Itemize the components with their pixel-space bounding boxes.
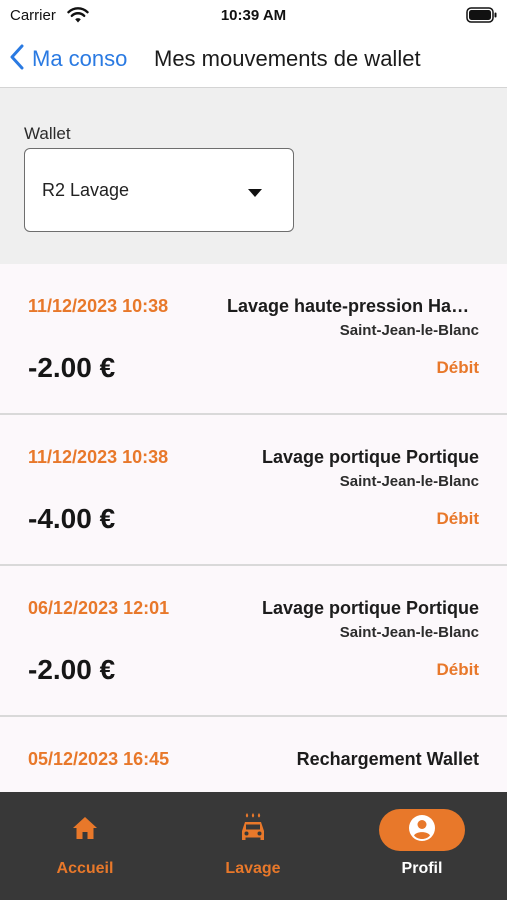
back-button-label: Ma conso [32, 46, 128, 71]
wallet-label: Wallet [24, 124, 71, 143]
transaction-row[interactable]: 11/12/2023 10:38 Lavage haute-pression H… [0, 264, 507, 415]
caret-down-icon [247, 185, 263, 203]
transaction-location: Saint-Jean-le-Blanc [339, 624, 479, 641]
page-title: Mes mouvements de wallet [154, 46, 421, 71]
transaction-date: 11/12/2023 10:38 [28, 296, 169, 316]
transaction-type: Débit [436, 358, 480, 377]
wallet-selected-value: R2 Lavage [42, 180, 130, 200]
transaction-title: Rechargement Wallet [296, 749, 479, 769]
transaction-amount: -2.00 € [28, 654, 116, 685]
transaction-row[interactable]: 05/12/2023 16:45 Rechargement Wallet [0, 717, 507, 792]
car-wash-icon [238, 812, 268, 849]
tab-lavage[interactable]: Lavage [198, 808, 308, 888]
tab-accueil-label: Accueil [56, 860, 114, 877]
active-tab-indicator [379, 809, 465, 851]
transaction-location: Saint-Jean-le-Blanc [339, 322, 479, 339]
transaction-amount: -2.00 € [28, 352, 116, 383]
transaction-title: Lavage haute-pression Haute-pression [227, 296, 479, 316]
status-time: 10:39 AM [220, 7, 287, 24]
profile-icon [408, 814, 436, 847]
app-screen: Carrier 10:39 AM Ma conso Mes mouvements… [0, 0, 507, 900]
status-bar: Carrier 10:39 AM [0, 0, 507, 32]
wallet-dropdown[interactable]: R2 Lavage [24, 148, 294, 232]
transaction-list[interactable]: 11/12/2023 10:38 Lavage haute-pression H… [0, 264, 507, 792]
transaction-row[interactable]: 11/12/2023 10:38 Lavage portique Portiqu… [0, 415, 507, 566]
wallet-filter-section: Wallet R2 Lavage [0, 88, 507, 264]
transaction-title: Lavage portique Portique [261, 447, 479, 467]
bottom-tab-bar: Accueil Lavage Profil [0, 792, 507, 900]
transaction-date: 11/12/2023 10:38 [28, 447, 169, 467]
battery-icon [466, 6, 498, 28]
transaction-title: Lavage portique Portique [261, 598, 479, 618]
transaction-row[interactable]: 06/12/2023 12:01 Lavage portique Portiqu… [0, 566, 507, 717]
transaction-type: Débit [436, 509, 480, 528]
back-button[interactable]: Ma conso [10, 42, 127, 76]
transaction-type: Débit [436, 660, 480, 679]
navigation-bar: Ma conso Mes mouvements de wallet [0, 32, 507, 88]
tab-profil[interactable]: Profil [367, 808, 477, 888]
home-icon [71, 815, 99, 846]
transaction-date: 06/12/2023 12:01 [28, 598, 170, 618]
tab-accueil[interactable]: Accueil [30, 808, 140, 888]
tab-profil-label: Profil [401, 860, 443, 877]
transaction-amount: -4.00 € [28, 503, 116, 534]
tab-lavage-label: Lavage [225, 860, 281, 877]
transaction-date: 05/12/2023 16:45 [28, 749, 170, 769]
chevron-left-icon [10, 44, 24, 75]
transaction-location: Saint-Jean-le-Blanc [339, 473, 479, 490]
